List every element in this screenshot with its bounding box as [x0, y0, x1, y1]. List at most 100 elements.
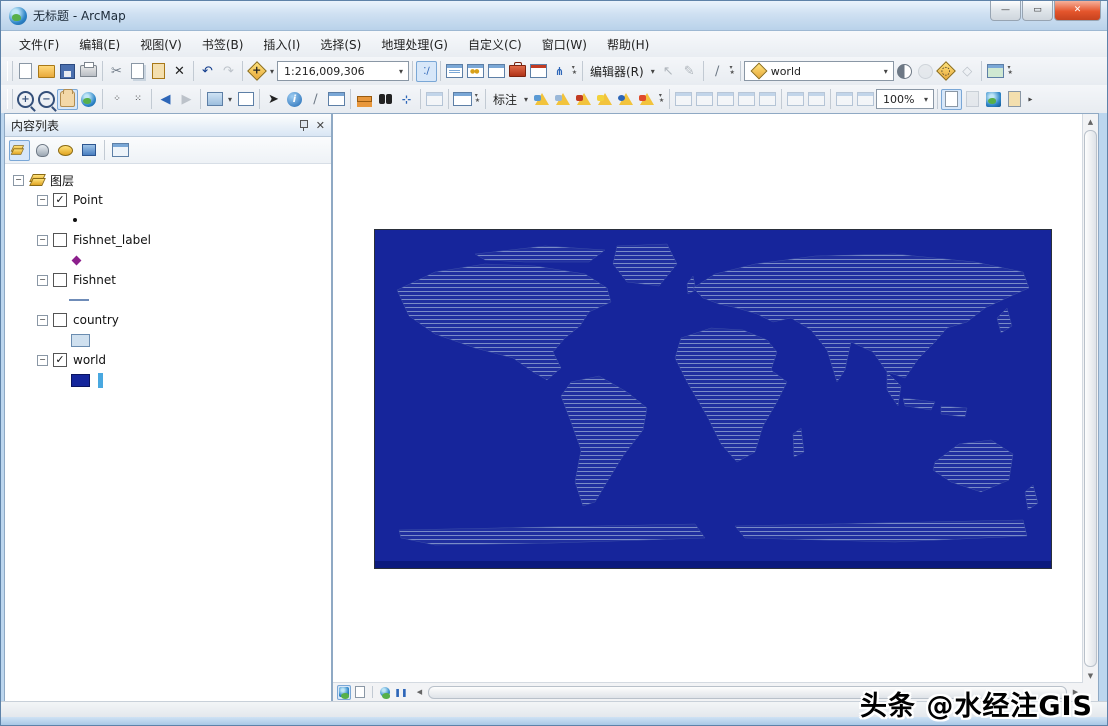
- layer-checkbox-world[interactable]: ✓: [53, 353, 67, 367]
- toc-options-icon[interactable]: [110, 140, 131, 161]
- menu-customize[interactable]: 自定义(C): [458, 32, 532, 57]
- layer-row-fishnet[interactable]: Fishnet: [37, 270, 331, 290]
- layer-checkbox-fishnet-label[interactable]: [53, 233, 67, 247]
- snapping-icon[interactable]: ⁚∕: [416, 60, 437, 82]
- hyperlink-icon[interactable]: ∕: [305, 89, 326, 110]
- menu-edit[interactable]: 编辑(E): [69, 32, 130, 57]
- select-features-dropdown[interactable]: [225, 95, 235, 104]
- zoom-whole-page-icon[interactable]: [785, 89, 806, 110]
- effects-layer-dropdown-icon[interactable]: [881, 67, 891, 76]
- open-icon[interactable]: [36, 61, 57, 82]
- layer-row-country[interactable]: country: [37, 310, 331, 330]
- layer-expander-icon[interactable]: [37, 314, 48, 326]
- brightness-icon[interactable]: [915, 61, 936, 82]
- layer-name-country[interactable]: country: [73, 313, 119, 327]
- swipe-layer-icon[interactable]: ◇: [957, 61, 978, 82]
- standard-toolbar-overflow[interactable]: [570, 66, 579, 76]
- measure-icon[interactable]: [354, 89, 375, 110]
- change-layout-icon[interactable]: [715, 89, 736, 110]
- tools-toolbar-grip[interactable]: [7, 89, 13, 109]
- toc-pin-icon[interactable]: [298, 119, 308, 131]
- identify-icon[interactable]: i: [284, 89, 305, 110]
- layer-name-point[interactable]: Point: [73, 193, 103, 207]
- view-unplaced-labels-icon[interactable]: [636, 89, 657, 110]
- toc-close-icon[interactable]: ✕: [316, 120, 325, 131]
- delete-icon[interactable]: ✕: [169, 61, 190, 82]
- pan-icon[interactable]: [57, 88, 78, 110]
- lock-labels-icon[interactable]: [594, 89, 615, 110]
- map-scale-combo[interactable]: 1:216,009,306: [277, 61, 409, 81]
- add-data-icon[interactable]: +: [246, 61, 267, 82]
- toolbar-grip[interactable]: [7, 61, 13, 81]
- data-view-icon[interactable]: [337, 684, 351, 700]
- layer-row-fishnet-label[interactable]: Fishnet_label: [37, 230, 331, 250]
- layer-symbol-world[interactable]: [71, 370, 331, 390]
- catalog-window-icon[interactable]: [465, 61, 486, 82]
- focus-dataframe-icon[interactable]: [694, 89, 715, 110]
- layer-symbol-country[interactable]: [71, 330, 331, 350]
- draft-mode-icon[interactable]: [673, 89, 694, 110]
- cut-icon[interactable]: ✂: [106, 61, 127, 82]
- map-canvas[interactable]: [333, 114, 1083, 683]
- layer-name-world[interactable]: world: [73, 353, 106, 367]
- effects-toolbar-overflow[interactable]: [1006, 66, 1015, 76]
- html-popup-icon[interactable]: [326, 89, 347, 110]
- search-window-icon[interactable]: [486, 61, 507, 82]
- label-weight-icon[interactable]: [573, 89, 594, 110]
- back-extent-icon[interactable]: ◀: [155, 89, 176, 110]
- edit-annotation-icon[interactable]: ✎: [679, 61, 700, 82]
- redo-icon[interactable]: ↷: [218, 61, 239, 82]
- layer-symbol-fishnet-label[interactable]: [71, 250, 331, 270]
- group-expander-icon[interactable]: [13, 174, 24, 186]
- clear-selection-icon[interactable]: [235, 89, 256, 110]
- add-data-dropdown[interactable]: [267, 67, 277, 76]
- menu-insert[interactable]: 插入(I): [253, 32, 310, 57]
- menu-windows[interactable]: 窗口(W): [532, 32, 597, 57]
- select-features-icon[interactable]: [204, 89, 225, 110]
- new-map-icon[interactable]: [15, 61, 36, 82]
- toc-header[interactable]: 内容列表 ✕: [5, 114, 331, 137]
- editor-menu-button[interactable]: 编辑器(R): [586, 63, 648, 80]
- magnifier-window-icon[interactable]: [1004, 89, 1025, 110]
- list-by-selection-icon[interactable]: [78, 140, 99, 161]
- pause-drawing-icon[interactable]: ❚❚: [394, 685, 408, 700]
- python-window-icon[interactable]: [528, 61, 549, 82]
- menu-geoprocessing[interactable]: 地理处理(G): [371, 32, 458, 57]
- forward-extent-icon[interactable]: ▶: [176, 89, 197, 110]
- create-viewer-window-icon[interactable]: [452, 89, 473, 110]
- menu-view[interactable]: 视图(V): [130, 32, 192, 57]
- layer-symbol-point[interactable]: [73, 210, 331, 230]
- zoom-in-icon[interactable]: +: [15, 89, 36, 110]
- edit-tool-icon[interactable]: ↖: [658, 61, 679, 82]
- labeling-toolbar-overflow[interactable]: [657, 94, 666, 104]
- time-slider-icon[interactable]: [424, 89, 445, 110]
- print-icon[interactable]: [78, 61, 99, 82]
- data-driven-pages-icon[interactable]: [736, 89, 757, 110]
- flicker-layer-icon[interactable]: [985, 61, 1006, 82]
- layer-row-world[interactable]: ✓ world: [37, 350, 331, 370]
- layer-checkbox-point[interactable]: ✓: [53, 193, 67, 207]
- save-icon[interactable]: [57, 61, 78, 82]
- toggle-draft-page-icon[interactable]: [941, 88, 963, 110]
- menu-bookmarks[interactable]: 书签(B): [192, 32, 254, 57]
- minimize-button[interactable]: —: [990, 1, 1021, 21]
- layer-group-row[interactable]: 图层: [13, 170, 331, 190]
- layout-view-icon[interactable]: [353, 685, 367, 700]
- find-icon[interactable]: [375, 89, 396, 110]
- pause-labeling-icon[interactable]: [615, 89, 636, 110]
- layout-zoom-combo[interactable]: 100%: [876, 89, 935, 109]
- overview-window-icon[interactable]: [983, 89, 1004, 110]
- scroll-down-icon[interactable]: ▼: [1083, 668, 1098, 683]
- scroll-up-icon[interactable]: ▲: [1083, 114, 1098, 129]
- labeling-dropdown-icon[interactable]: [521, 95, 531, 104]
- fixed-layout-zoom-out-icon[interactable]: [855, 89, 876, 110]
- close-button[interactable]: ✕: [1054, 1, 1101, 21]
- layer-name-fishnet-label[interactable]: Fishnet_label: [73, 233, 151, 247]
- layer-expander-icon[interactable]: [37, 274, 48, 286]
- vertical-scroll-thumb[interactable]: [1084, 130, 1097, 667]
- sketch-tool-icon[interactable]: ∕: [707, 61, 728, 82]
- layer-name-fishnet[interactable]: Fishnet: [73, 273, 116, 287]
- list-by-visibility-icon[interactable]: [55, 140, 76, 161]
- scale-dropdown-icon[interactable]: [396, 67, 406, 76]
- attribute-table-icon[interactable]: [444, 61, 465, 82]
